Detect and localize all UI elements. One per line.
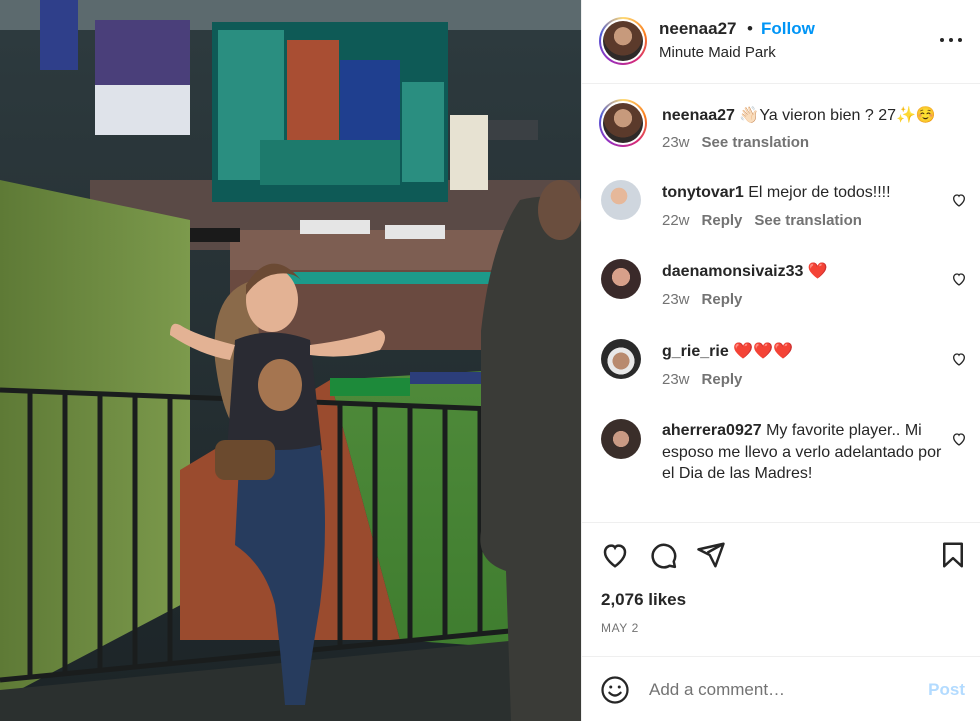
comment-text: aherrera0927 My favorite player.. Mi esp… — [662, 420, 942, 485]
see-translation-link[interactable]: See translation — [702, 134, 810, 151]
see-translation-link[interactable]: See translation — [754, 212, 862, 229]
caption-username[interactable]: neenaa27 — [662, 107, 735, 124]
author-avatar[interactable] — [599, 17, 647, 65]
follow-button[interactable]: Follow — [761, 19, 815, 39]
comments-list[interactable]: neenaa27 👋🏻Ya vieron bien ? 27✨☺️ 23w See… — [582, 85, 980, 523]
commenter-avatar[interactable] — [601, 180, 641, 220]
comment-meta: 23w Reply — [662, 371, 742, 388]
comment-time[interactable]: 23w — [662, 291, 690, 308]
commenter-avatar[interactable] — [601, 259, 641, 299]
post-location[interactable]: Minute Maid Park — [659, 44, 776, 61]
caption-time[interactable]: 23w — [662, 134, 690, 151]
like-comment-heart-icon[interactable] — [951, 192, 967, 208]
comment-meta: 22w Reply See translation — [662, 212, 862, 229]
like-comment-heart-icon[interactable] — [951, 431, 967, 447]
post-header: neenaa27 • Follow Minute Maid Park — [582, 0, 980, 84]
like-comment-heart-icon[interactable] — [951, 271, 967, 287]
save-bookmark-icon[interactable] — [938, 540, 968, 570]
comment-time[interactable]: 23w — [662, 371, 690, 388]
comment-body: ❤️❤️❤️ — [733, 343, 793, 360]
commenter-avatar[interactable] — [601, 419, 641, 459]
author-username[interactable]: neenaa27 — [659, 19, 737, 39]
post-date[interactable]: MAY 2 — [601, 621, 639, 635]
post-comment-button[interactable]: Post — [928, 680, 965, 700]
caption-body: 👋🏻Ya vieron bien ? 27✨☺️ — [739, 107, 936, 124]
stadium-photo-illustration — [0, 0, 581, 721]
add-comment-input[interactable] — [649, 676, 919, 704]
caption-meta: 23w See translation — [662, 134, 809, 151]
share-send-icon[interactable] — [696, 540, 726, 570]
comment-username[interactable]: g_rie_rie — [662, 343, 729, 360]
likes-count[interactable]: 2,076 likes — [601, 590, 686, 610]
emoji-icon[interactable] — [600, 675, 630, 705]
comment-body: ❤️ — [807, 263, 828, 280]
reply-button[interactable]: Reply — [702, 291, 743, 308]
comment-meta: 23w Reply — [662, 291, 742, 308]
reply-button[interactable]: Reply — [702, 371, 743, 388]
post-actions: 2,076 likes MAY 2 — [582, 523, 980, 657]
like-comment-heart-icon[interactable] — [951, 351, 967, 367]
comment-body: El mejor de todos!!!! — [748, 184, 891, 201]
like-heart-icon[interactable] — [600, 540, 630, 570]
post-photo[interactable] — [0, 0, 581, 721]
comment-bubble-icon[interactable] — [648, 540, 678, 570]
more-options-icon[interactable] — [939, 28, 963, 52]
comment-username[interactable]: aherrera0927 — [662, 422, 762, 439]
comment-text: daenamonsivaiz33 ❤️ — [662, 261, 934, 283]
post-side-panel: neenaa27 • Follow Minute Maid Park neena… — [581, 0, 980, 721]
comment-username[interactable]: tonytovar1 — [662, 184, 744, 201]
comment-time[interactable]: 22w — [662, 212, 690, 229]
comment-text: tonytovar1 El mejor de todos!!!! — [662, 182, 934, 204]
caption-avatar[interactable] — [599, 99, 647, 147]
comment-text: g_rie_rie ❤️❤️❤️ — [662, 341, 934, 363]
add-comment-bar: Post — [582, 658, 980, 721]
reply-button[interactable]: Reply — [702, 212, 743, 229]
comment-username[interactable]: daenamonsivaiz33 — [662, 263, 803, 280]
caption-text: neenaa27 👋🏻Ya vieron bien ? 27✨☺️ — [662, 105, 952, 127]
header-separator: • — [747, 19, 753, 38]
commenter-avatar[interactable] — [601, 339, 641, 379]
